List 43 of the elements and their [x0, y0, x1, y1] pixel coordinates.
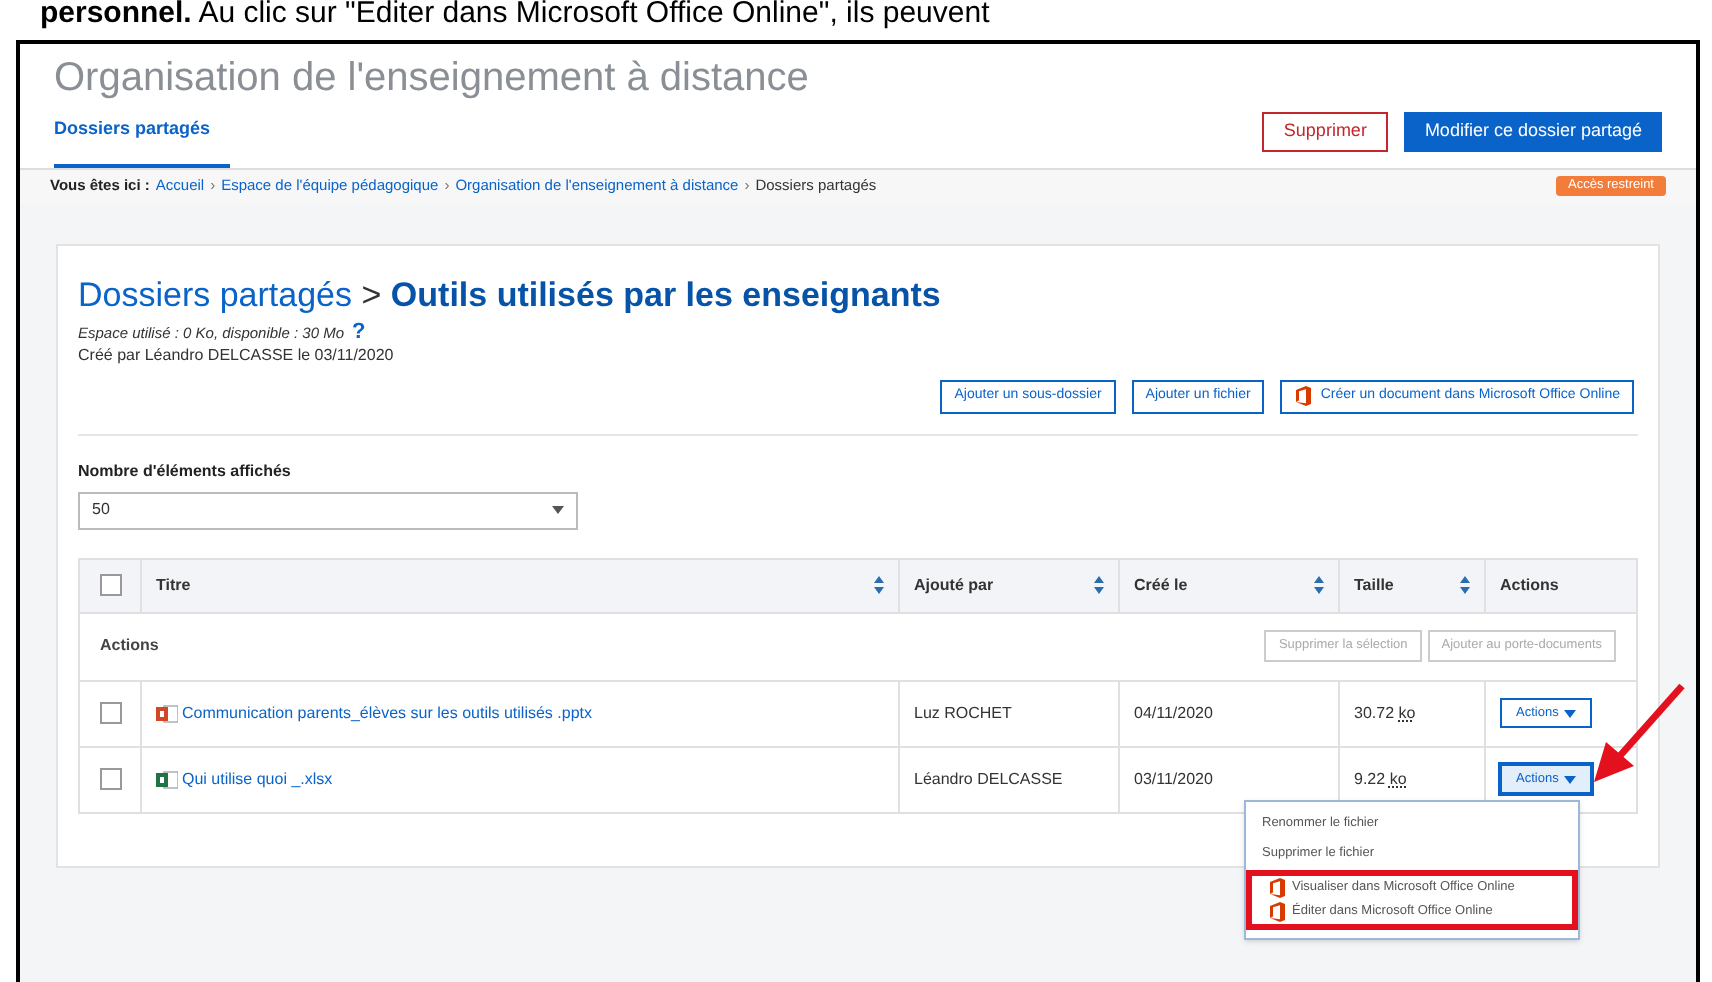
file-link[interactable]: Communication parents_élèves sur les outils utilisés .pptx: [182, 701, 592, 726]
caret-icon: [552, 506, 564, 515]
sort-icon[interactable]: [1460, 576, 1470, 595]
column-label: Titre: [156, 573, 191, 598]
column-label: Créé le: [1134, 573, 1188, 598]
caption-text: personnel. Au clic sur "Editer dans Microsoft Office Online", ils peuvent: [38, 0, 992, 34]
file-link[interactable]: Qui utilise quoi _.xlsx: [182, 767, 333, 792]
column-header[interactable]: Ajouté par: [898, 559, 1118, 612]
column-label: Actions: [1500, 573, 1559, 598]
checkbox[interactable]: [99, 702, 121, 725]
delete-button[interactable]: Supprimer: [1261, 111, 1389, 151]
column-header[interactable]: Taille: [1338, 559, 1484, 612]
office-icon: [1268, 877, 1286, 898]
file-icon: [156, 769, 178, 790]
page-size-label: Nombre d'éléments affichés: [78, 459, 293, 484]
sort-icon[interactable]: [1314, 576, 1324, 595]
column-label: Taille: [1354, 573, 1394, 598]
page-title: Organisation de l'enseignement à distance: [54, 54, 811, 104]
office-icon: [1294, 386, 1313, 407]
created-text: Créé par Léandro DELCASSE le 03/11/2020: [78, 343, 396, 368]
checkbox[interactable]: [99, 768, 121, 791]
bulk-actions-label: Actions: [100, 634, 159, 659]
column-header[interactable]: Titre: [140, 559, 898, 612]
table-cell: Léandro DELCASSE: [914, 767, 1063, 792]
table-cell: 9.22 ko: [1354, 767, 1407, 792]
folder-heading: Dossiers partagés > Outils utilisés par les enseignants: [78, 273, 943, 317]
arrow-annotation: [1590, 681, 1686, 785]
file-icon: [156, 703, 178, 724]
caret-icon: [1564, 709, 1577, 718]
table-cell: 03/11/2020: [1134, 767, 1213, 792]
checkbox[interactable]: [99, 574, 121, 597]
edit-button[interactable]: Modifier ce dossier partagé: [1404, 111, 1662, 151]
help-link[interactable]: ?: [352, 321, 366, 344]
table-cell: 04/11/2020: [1134, 701, 1213, 726]
sort-icon[interactable]: [874, 576, 884, 595]
sort-icon[interactable]: [1094, 576, 1104, 595]
office-icon: [1268, 901, 1286, 922]
table-cell: Luz ROCHET: [914, 701, 1012, 726]
caret-icon: [1564, 775, 1577, 784]
page-size-select[interactable]: 50: [78, 491, 578, 530]
table-cell: 30.72 ko: [1354, 701, 1416, 726]
column-header[interactable]: Créé le: [1118, 559, 1338, 612]
column-label: Ajouté par: [914, 573, 994, 598]
